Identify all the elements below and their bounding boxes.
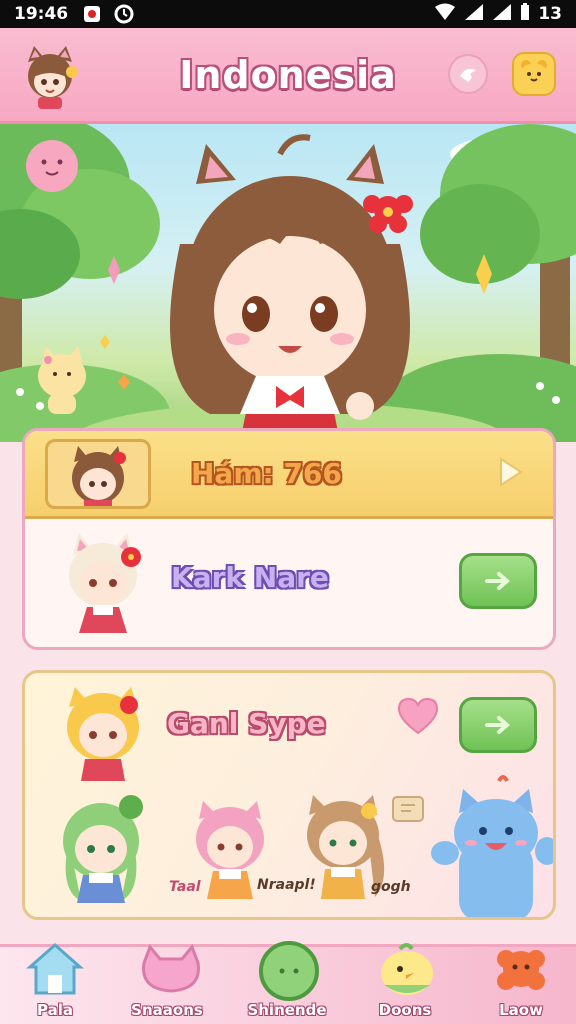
arrow-right-icon	[485, 716, 511, 734]
nav-label-snaaons: Snaaons	[131, 1001, 203, 1019]
character-avatar-blonde	[55, 681, 151, 785]
score-row-thumbnail	[45, 438, 151, 509]
page-title: Indonesia	[179, 52, 397, 97]
profile-pet-button[interactable]	[512, 52, 556, 96]
arrow-right-icon	[485, 572, 511, 590]
bear-face-icon	[521, 60, 547, 86]
app-header: Indonesia	[0, 28, 576, 124]
score-row[interactable]: Hám: 766	[25, 431, 553, 519]
group-go-button[interactable]	[459, 697, 537, 753]
battery-icon	[520, 2, 530, 26]
status-time: 19:46	[14, 4, 69, 24]
chick-icon	[376, 941, 434, 997]
character-avatar-green-hair	[51, 791, 151, 907]
flower-icon	[492, 941, 550, 997]
character-name-label: Kark Nare	[171, 561, 329, 594]
signal-icon	[464, 3, 484, 26]
bottom-navigation: Pala Snaaons Shinende Doons Laow	[0, 941, 576, 1024]
status-card: Hám: 766 Kark Nare	[22, 428, 556, 650]
house-icon	[26, 941, 84, 997]
nav-item-home[interactable]: Pala	[0, 943, 110, 1024]
settings-button[interactable]	[448, 54, 488, 94]
chevron-right-icon	[497, 457, 523, 487]
heart-icon[interactable]	[397, 697, 439, 735]
nav-item-snaaons[interactable]: Snaaons	[112, 944, 222, 1024]
status-battery-text: 13	[538, 4, 562, 24]
character-avatar-white-hair	[55, 529, 151, 637]
forest-scene-illustration	[0, 124, 576, 442]
character-row[interactable]: Kark Nare	[25, 519, 553, 647]
blue-monster-mascot	[429, 773, 553, 917]
caption-mid: Nraapl!	[257, 877, 316, 893]
nav-item-shinende[interactable]: Shinende	[232, 941, 342, 1024]
group-card: Ganl Sype Taal Nraapl! gogh	[22, 670, 556, 920]
box-icon	[391, 791, 425, 829]
go-button[interactable]	[459, 553, 537, 609]
group-label: Ganl Sype	[167, 707, 326, 740]
caption-left: Taal	[169, 879, 201, 895]
nav-item-doons[interactable]: Doons	[350, 943, 460, 1024]
nav-label-home: Pala	[37, 1001, 73, 1019]
status-bar: 19:46 13	[0, 0, 576, 28]
bird-icon	[460, 68, 476, 82]
notification-icon	[82, 4, 102, 24]
nav-item-laow[interactable]: Laow	[466, 947, 576, 1024]
caption-right: gogh	[371, 879, 411, 895]
nav-label-laow: Laow	[499, 1001, 543, 1019]
wifi-icon	[434, 3, 456, 26]
sync-icon	[114, 4, 134, 24]
hero-banner	[0, 124, 576, 442]
cat-cushion-icon	[138, 941, 200, 997]
nav-label-doons: Doons	[378, 1001, 432, 1019]
signal-2-icon	[492, 3, 512, 26]
green-orb-icon	[258, 941, 319, 1001]
nav-label-shinende: Shinende	[247, 1001, 327, 1019]
player-avatar[interactable]	[16, 42, 84, 110]
score-label: Hám: 766	[191, 457, 342, 490]
